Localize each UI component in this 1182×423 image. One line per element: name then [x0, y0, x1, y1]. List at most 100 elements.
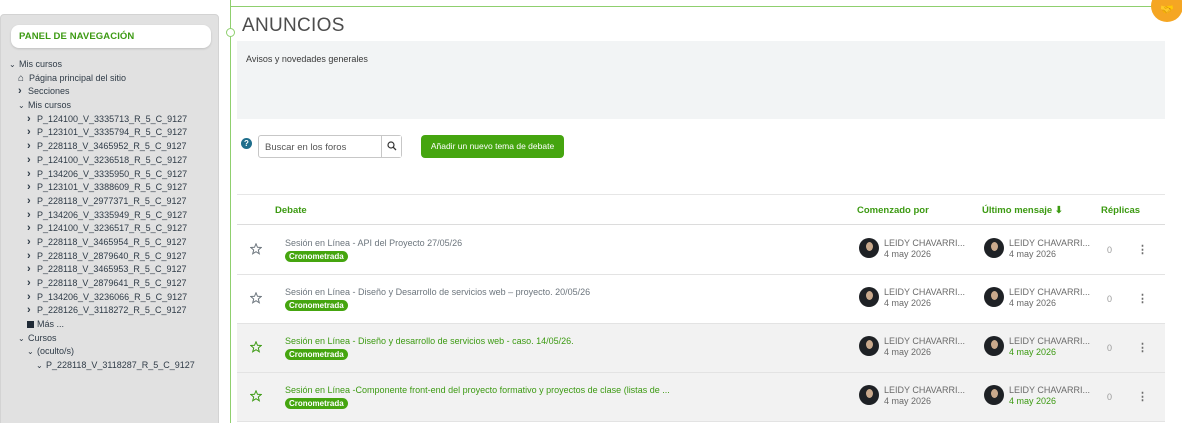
chevron-right-icon: ›: [27, 290, 31, 303]
nav-tree-item-label: P_228126_V_3118272_R_5_C_9127: [37, 305, 187, 316]
navigation-panel-header[interactable]: PANEL DE NAVEGACIÓN: [11, 25, 211, 48]
chevron-right-icon: ›: [27, 249, 31, 262]
nav-tree-item[interactable]: › P_228118_V_2879641_R_5_C_9127: [9, 277, 217, 291]
replies-count[interactable]: 0: [1107, 343, 1112, 353]
nav-tree-item[interactable]: › P_124100_V_3335713_R_5_C_9127: [9, 113, 217, 127]
nav-tree-item[interactable]: Más ...: [9, 318, 217, 332]
nav-tree-item[interactable]: › P_124100_V_3236517_R_5_C_9127: [9, 222, 217, 236]
star-icon[interactable]: [250, 390, 262, 402]
chevron-right-icon: ›: [27, 304, 31, 317]
last-post-user-link[interactable]: LEIDY CHAVARRI...: [1009, 385, 1090, 395]
started-date: 4 may 2026: [884, 249, 932, 259]
nav-tree-item[interactable]: › P_228118_V_3465952_R_5_C_9127: [9, 140, 217, 154]
timed-badge: Cronometrada: [285, 349, 348, 360]
nav-tree-item[interactable]: › P_134206_V_3335949_R_5_C_9127: [9, 209, 217, 223]
last-post-date-link[interactable]: 4 may 2026: [1009, 249, 1090, 260]
last-post-user-link[interactable]: LEIDY CHAVARRI...: [1009, 287, 1090, 297]
started-by-user-link[interactable]: LEIDY CHAVARRI...: [884, 238, 965, 248]
avatar[interactable]: [859, 287, 879, 307]
chevron-right-icon: ›: [27, 112, 31, 125]
nav-tree-item-label: P_123101_V_3388609_R_5_C_9127: [37, 182, 188, 193]
chevron-down-icon: ⌄: [18, 333, 25, 343]
star-icon[interactable]: [250, 341, 262, 353]
nav-tree-item-label: P_228118_V_2879640_R_5_C_9127: [37, 250, 187, 261]
replies-count[interactable]: 0: [1107, 294, 1112, 304]
avatar[interactable]: [984, 287, 1004, 307]
last-post-user-link[interactable]: LEIDY CHAVARRI...: [1009, 336, 1090, 346]
nav-tree-item[interactable]: ⌄ Mis cursos: [9, 58, 217, 72]
chevron-right-icon: ›: [27, 126, 31, 139]
star-icon[interactable]: [250, 243, 262, 255]
started-by-user-link[interactable]: LEIDY CHAVARRI...: [884, 287, 965, 297]
more-options-icon[interactable]: ⋮: [1137, 292, 1148, 305]
nav-tree-item[interactable]: › P_134206_V_3335950_R_5_C_9127: [9, 168, 217, 182]
avatar[interactable]: [984, 336, 1004, 356]
started-by-info: LEIDY CHAVARRI... 4 may 2026: [884, 287, 965, 309]
nav-tree-item[interactable]: › P_124100_V_3236518_R_5_C_9127: [9, 154, 217, 168]
started-by-user-link[interactable]: LEIDY CHAVARRI...: [884, 385, 965, 395]
home-icon: ⌂: [18, 72, 25, 84]
nav-tree-item-label: P_228118_V_3465954_R_5_C_9127: [37, 236, 187, 247]
discussion-row: Sesión en Línea - Diseño y desarrollo de…: [237, 324, 1165, 373]
star-icon[interactable]: [250, 292, 262, 304]
add-discussion-button[interactable]: Añadir un nuevo tema de debate: [421, 135, 564, 158]
replies-count[interactable]: 0: [1107, 245, 1112, 255]
last-post-info: LEIDY CHAVARRI... 4 may 2026: [1009, 336, 1090, 358]
started-by-user-link[interactable]: LEIDY CHAVARRI...: [884, 336, 965, 346]
nav-tree-item-label: P_134206_V_3236066_R_5_C_9127: [37, 291, 188, 302]
navigation-panel: PANEL DE NAVEGACIÓN ⌄ Mis cursos ⌂ Página p…: [0, 14, 219, 423]
last-post-date-link[interactable]: 4 may 2026: [1009, 298, 1090, 309]
nav-tree-item[interactable]: › P_228118_V_3465953_R_5_C_9127: [9, 263, 217, 277]
more-options-icon[interactable]: ⋮: [1137, 390, 1148, 403]
chevron-right-icon: ›: [27, 235, 31, 248]
avatar[interactable]: [984, 385, 1004, 405]
nav-tree-item-label: Mis cursos: [19, 59, 63, 69]
sort-down-arrow-icon: ⬇: [1054, 205, 1063, 216]
nav-tree-item[interactable]: ⌂ Página principal del sitio: [9, 72, 217, 86]
replies-count[interactable]: 0: [1107, 392, 1112, 402]
nav-tree-item-label: P_124100_V_3335713_R_5_C_9127: [37, 113, 188, 124]
search-button[interactable]: [381, 136, 401, 157]
nav-tree-item-label: P_228118_V_2879641_R_5_C_9127: [37, 278, 187, 288]
nav-tree-item[interactable]: ⌄ (oculto/s): [9, 345, 217, 359]
discussion-title-link[interactable]: Sesión en Línea - API del Proyecto 27/05…: [285, 238, 462, 248]
nav-tree-item[interactable]: › P_228118_V_2879640_R_5_C_9127: [9, 250, 217, 264]
nav-tree-item[interactable]: › Secciones: [9, 85, 217, 99]
handshake-icon[interactable]: 🤝: [1151, 0, 1182, 22]
started-date: 4 may 2026: [884, 396, 932, 406]
avatar[interactable]: [984, 238, 1004, 258]
chevron-right-icon: ›: [27, 263, 31, 276]
last-post-user-link[interactable]: LEIDY CHAVARRI...: [1009, 238, 1090, 248]
avatar[interactable]: [859, 385, 879, 405]
search-input[interactable]: [265, 140, 375, 154]
last-post-date-link[interactable]: 4 may 2026: [1009, 347, 1090, 358]
nav-tree-item-label: P_134206_V_3335950_R_5_C_9127: [37, 168, 188, 179]
discussion-title-link[interactable]: Sesión en Línea -Componente front-end de…: [285, 385, 670, 395]
more-options-icon[interactable]: ⋮: [1137, 341, 1148, 354]
nav-tree-item[interactable]: › P_228118_V_3465954_R_5_C_9127: [9, 236, 217, 250]
column-header-started-by[interactable]: Comenzado por: [857, 205, 929, 216]
nav-tree-item-label: P_124100_V_3236517_R_5_C_9127: [37, 223, 188, 234]
help-icon[interactable]: ?: [241, 138, 252, 149]
discussion-title-link[interactable]: Sesión en Línea - Diseño y Desarrollo de…: [285, 287, 590, 297]
avatar[interactable]: [859, 238, 879, 258]
nav-tree-item[interactable]: ⌄ Cursos: [9, 332, 217, 346]
more-options-icon[interactable]: ⋮: [1137, 243, 1148, 256]
avatar[interactable]: [859, 336, 879, 356]
nav-tree-item[interactable]: ⌄ Mis cursos: [9, 99, 217, 113]
nav-tree-item[interactable]: › P_134206_V_3236066_R_5_C_9127: [9, 291, 217, 305]
chevron-right-icon: ›: [27, 222, 31, 235]
column-header-debate[interactable]: Debate: [275, 205, 307, 216]
started-date: 4 may 2026: [884, 298, 932, 308]
nav-tree-item[interactable]: › P_123101_V_3335794_R_5_C_9127: [9, 126, 217, 140]
discussion-title-link[interactable]: Sesión en Línea - Diseño y desarrollo de…: [285, 336, 574, 346]
column-header-last-post-label: Último mensaje: [982, 205, 1053, 216]
last-post-date-link[interactable]: 4 may 2026: [1009, 396, 1090, 407]
nav-tree-item[interactable]: ⌄ P_228118_V_3118287_R_5_C_9127: [9, 359, 217, 373]
column-header-last-post[interactable]: Último mensaje ⬇: [982, 205, 1063, 216]
nav-tree-item[interactable]: › P_228126_V_3118272_R_5_C_9127: [9, 304, 217, 318]
nav-tree-item[interactable]: › P_228118_V_2977371_R_5_C_9127: [9, 195, 217, 209]
column-header-replies[interactable]: Réplicas: [1101, 205, 1140, 216]
forum-description-text: Avisos y novedades generales: [246, 54, 368, 64]
nav-tree-item[interactable]: › P_123101_V_3388609_R_5_C_9127: [9, 181, 217, 195]
